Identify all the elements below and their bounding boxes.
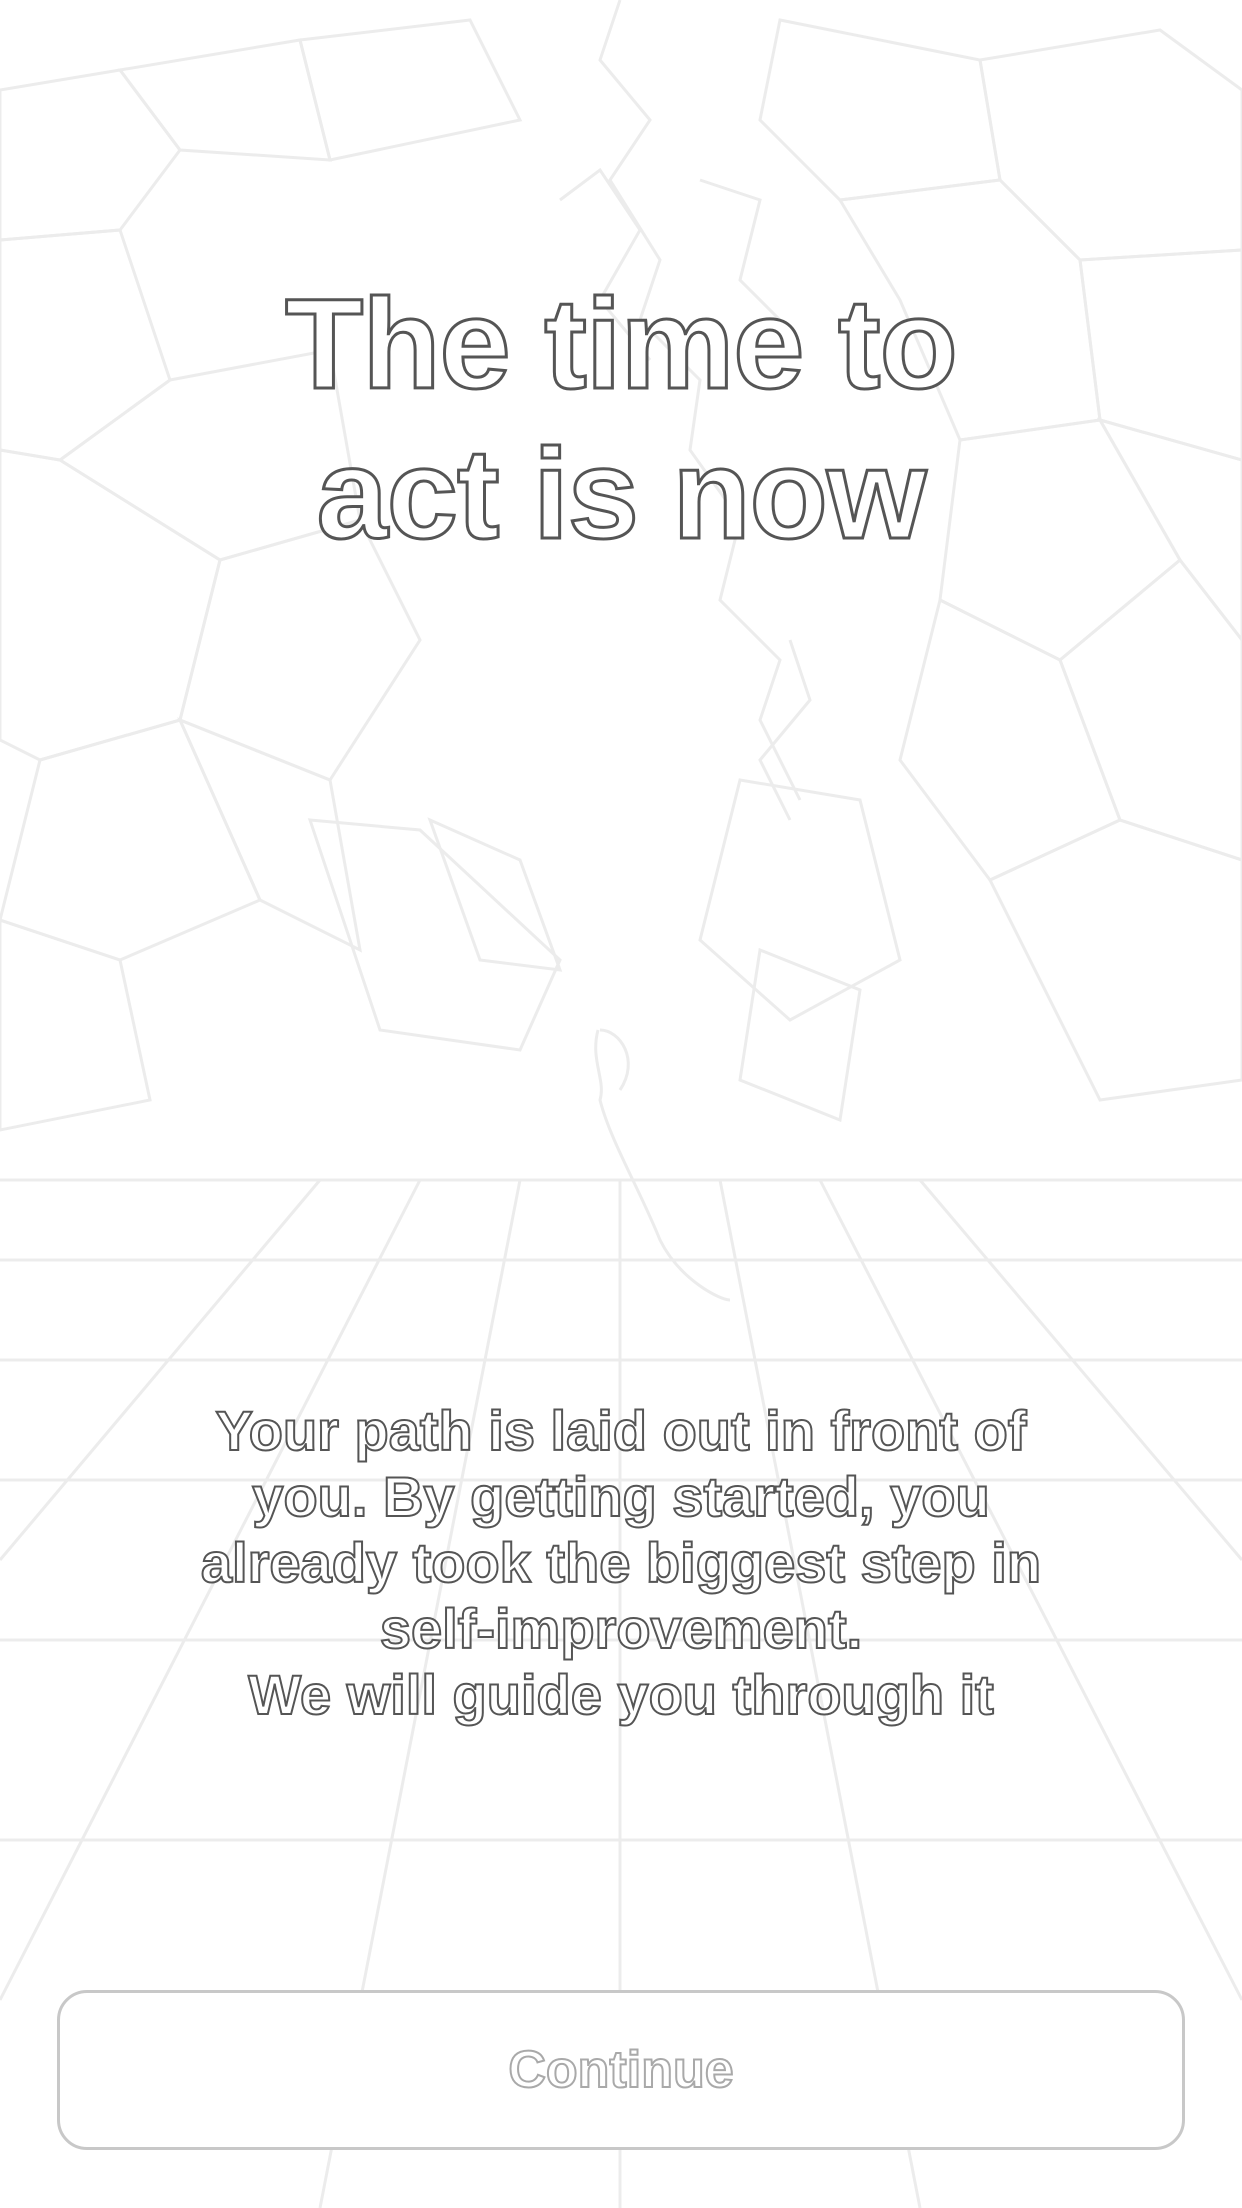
description-line-3: already took the biggest step in (200, 1530, 1042, 1595)
continue-button-label: Continue (507, 2040, 734, 2100)
page-title-line-2: act is now (315, 422, 928, 568)
description-text: Your path is laid out in front of you. B… (150, 1398, 1092, 1728)
description-line-1: Your path is laid out in front of (215, 1398, 1028, 1463)
description-line-4: self-improvement. (379, 1596, 863, 1661)
description-line-5: We will guide you through it (247, 1662, 995, 1727)
page-title: The time to act is now (0, 270, 1242, 570)
page-title-line-1: The time to (284, 272, 960, 418)
continue-button[interactable]: Continue (57, 1990, 1185, 2150)
description-line-2: you. By getting started, you (251, 1464, 990, 1529)
